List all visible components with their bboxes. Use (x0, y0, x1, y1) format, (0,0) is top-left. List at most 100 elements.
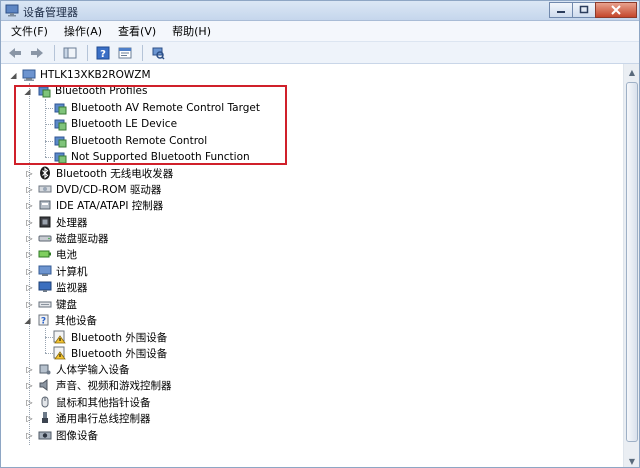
tree-guide-line (45, 328, 46, 353)
expand-icon[interactable]: ▷ (25, 218, 34, 227)
scan-hardware-icon (152, 47, 165, 60)
scroll-down-icon[interactable]: ▼ (624, 453, 639, 467)
tree-node-label: 监视器 (56, 281, 88, 294)
tree-node-processor[interactable]: ▷ 处理器 (25, 214, 88, 230)
ide-controller-icon (39, 200, 51, 210)
tree-node-label: 声音、视频和游戏控制器 (56, 379, 172, 392)
toolbar-separator (87, 44, 88, 61)
tree-node-hid[interactable]: ▷ 人体学输入设备 (25, 361, 129, 377)
warning-device-icon (53, 330, 66, 344)
back-button[interactable] (5, 44, 25, 62)
minimize-icon (557, 11, 565, 13)
tree-node-ide[interactable]: ▷ IDE ATA/ATAPI 控制器 (25, 197, 163, 213)
mouse-icon (41, 396, 49, 408)
expand-icon[interactable]: ▷ (25, 267, 34, 276)
tree-node-label: 计算机 (56, 265, 88, 278)
window-controls (549, 2, 637, 19)
toolbar: ? (1, 42, 639, 64)
imaging-icon (38, 431, 52, 440)
menu-action[interactable]: 操作(A) (58, 21, 108, 41)
close-button[interactable] (595, 2, 637, 18)
window-title: 设备管理器 (23, 6, 78, 19)
help-button[interactable]: ? (93, 44, 113, 62)
sound-icon (39, 379, 48, 391)
tree-node-label: 处理器 (56, 216, 88, 229)
tree-node-sound[interactable]: ▷ 声音、视频和游戏控制器 (25, 377, 172, 393)
expand-icon[interactable]: ▷ (25, 283, 34, 292)
title-bar[interactable]: 设备管理器 (1, 1, 639, 21)
scroll-up-icon[interactable]: ▲ (624, 64, 639, 80)
properties-icon (118, 47, 132, 58)
tree-node-label: 磁盘驱动器 (56, 232, 109, 245)
scroll-thumb[interactable] (626, 82, 638, 442)
warning-device-icon (53, 346, 66, 360)
usb-icon (42, 412, 48, 423)
expand-icon[interactable]: ▷ (25, 300, 34, 309)
expand-icon[interactable]: ▷ (25, 185, 34, 194)
tree-node-label: 鼠标和其他指针设备 (56, 396, 151, 409)
tree-node-label: DVD/CD-ROM 驱动器 (56, 183, 162, 196)
tree-node-disk[interactable]: ▷ 磁盘驱动器 (25, 230, 109, 246)
expand-icon[interactable]: ▷ (25, 169, 34, 178)
highlight-box (14, 85, 287, 165)
tree-node-dvd[interactable]: ▷ DVD/CD-ROM 驱动器 (25, 181, 161, 197)
maximize-icon (579, 5, 589, 14)
tree-node-other-devices[interactable]: ◢ ? 其他设备 (23, 312, 97, 328)
scan-hardware-button[interactable] (148, 44, 168, 62)
minimize-button[interactable] (549, 2, 573, 18)
expand-icon[interactable]: ▷ (25, 431, 34, 440)
menu-bar: 文件(F) 操作(A) 查看(V) 帮助(H) (1, 21, 639, 42)
tree-leaf-bt-peripheral-2[interactable]: Bluetooth 外围设备 (53, 345, 167, 361)
help-icon: ? (96, 46, 110, 60)
forward-icon (31, 47, 43, 58)
tree-node-label: 通用串行总线控制器 (56, 412, 151, 425)
svg-text:?: ? (41, 317, 46, 327)
vertical-scrollbar[interactable]: ▲ ▼ (623, 64, 639, 467)
disk-drive-icon (38, 235, 52, 242)
keyboard-icon (38, 301, 52, 308)
tree-node-imaging[interactable]: ▷ 图像设备 (25, 427, 98, 443)
expand-icon[interactable]: ▷ (25, 414, 34, 423)
tree-node-label: 其他设备 (55, 314, 97, 327)
processor-icon (39, 216, 51, 228)
expand-icon[interactable]: ▷ (25, 201, 34, 210)
hid-icon (39, 364, 51, 375)
expand-icon[interactable]: ▷ (25, 381, 34, 390)
toolbar-separator (142, 44, 143, 61)
tree-node-battery[interactable]: ▷ 电池 (25, 246, 77, 262)
expand-icon[interactable]: ▷ (25, 250, 34, 259)
show-hide-console-button[interactable] (60, 44, 80, 62)
tree-node-computer[interactable]: ▷ 计算机 (25, 263, 88, 279)
tree-guide-hline (45, 353, 53, 354)
collapse-icon[interactable]: ◢ (9, 71, 18, 80)
tree-node-mouse[interactable]: ▷ 鼠标和其他指针设备 (25, 394, 151, 410)
tree-node-label: 图像设备 (56, 429, 98, 442)
tree-node-keyboard[interactable]: ▷ 键盘 (25, 296, 77, 312)
device-manager-window: 设备管理器 文件(F) 操作(A) 查看(V) 帮助(H) ? ◢ HTLK13… (0, 0, 640, 468)
tree-node-usb[interactable]: ▷ 通用串行总线控制器 (25, 410, 151, 426)
tree-node-label: 键盘 (56, 298, 77, 311)
expand-icon[interactable]: ▷ (25, 398, 34, 407)
bluetooth-icon (40, 166, 50, 180)
monitor-icon (38, 281, 52, 292)
dvd-drive-icon (38, 185, 52, 193)
tree-guide-hline (45, 337, 53, 338)
device-tree[interactable]: ◢ HTLK13XKB2ROWZM ◢ Bluetooth Profiles B… (1, 64, 625, 467)
tree-leaf-label: Bluetooth 外围设备 (71, 347, 168, 360)
tree-leaf-bt-peripheral-1[interactable]: Bluetooth 外围设备 (53, 329, 167, 345)
collapse-icon[interactable]: ◢ (23, 316, 32, 325)
tree-node-monitor[interactable]: ▷ 监视器 (25, 279, 88, 295)
tree-node-bluetooth-radio[interactable]: ▷ Bluetooth 无线电收发器 (25, 165, 173, 181)
properties-button[interactable] (115, 44, 135, 62)
expand-icon[interactable]: ▷ (25, 365, 34, 374)
tree-leaf-label: Bluetooth 外围设备 (71, 331, 168, 344)
device-manager-app-icon (5, 4, 19, 17)
menu-file[interactable]: 文件(F) (5, 21, 54, 41)
expand-icon[interactable]: ▷ (25, 234, 34, 243)
maximize-button[interactable] (572, 2, 596, 18)
menu-help[interactable]: 帮助(H) (166, 21, 217, 41)
forward-button[interactable] (27, 44, 47, 62)
other-devices-icon: ? (38, 314, 49, 327)
tree-root[interactable]: ◢ HTLK13XKB2ROWZM (9, 67, 151, 83)
menu-view[interactable]: 查看(V) (112, 21, 162, 41)
